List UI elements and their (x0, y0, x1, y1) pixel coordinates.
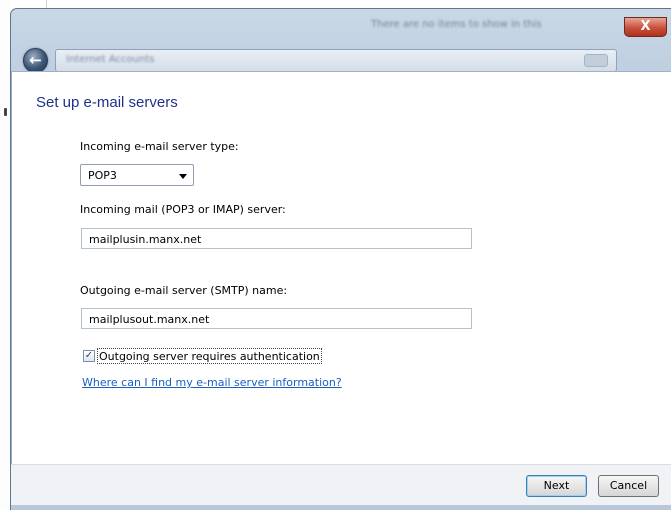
next-button[interactable]: Next (526, 475, 587, 497)
server-info-help-link[interactable]: Where can I find my e-mail server inform… (82, 376, 342, 389)
back-arrow-icon: ← (29, 51, 42, 69)
address-text: Internet Accounts (66, 54, 155, 65)
incoming-type-value: POP3 (88, 169, 117, 182)
title-bar[interactable]: There are no items to show in this view.… (11, 9, 671, 77)
outgoing-server-field[interactable]: mailplusout.manx.net (81, 308, 472, 329)
close-icon: X (640, 19, 651, 34)
chevron-down-icon (179, 174, 187, 179)
incoming-server-value: mailplusin.manx.net (89, 233, 202, 246)
background-window-edge (0, 0, 10, 510)
window-bottom-edge (11, 505, 671, 510)
incoming-type-select[interactable]: POP3 (80, 164, 194, 186)
background-marker (4, 108, 7, 116)
back-button[interactable]: ← (23, 48, 48, 73)
cancel-button[interactable]: Cancel (598, 475, 659, 497)
address-control (584, 54, 608, 67)
address-bar: Internet Accounts (55, 49, 617, 72)
wizard-content: Set up e-mail servers Incoming e-mail se… (11, 71, 671, 464)
incoming-server-field[interactable]: mailplusin.manx.net (81, 228, 472, 249)
auth-checkbox-label[interactable]: Outgoing server requires authentication (97, 348, 322, 364)
outgoing-server-value: mailplusout.manx.net (89, 313, 210, 326)
auth-checkbox[interactable]: ✓ (83, 350, 95, 362)
close-button[interactable]: X (624, 17, 667, 37)
outgoing-server-label: Outgoing e-mail server (SMTP) name: (80, 284, 288, 297)
incoming-type-label: Incoming e-mail server type: (80, 140, 239, 153)
window-title: There are no items to show in this view. (371, 19, 541, 30)
wizard-footer: Next Cancel (11, 464, 671, 510)
incoming-server-label: Incoming mail (POP3 or IMAP) server: (80, 203, 286, 216)
page-title: Set up e-mail servers (36, 94, 178, 111)
